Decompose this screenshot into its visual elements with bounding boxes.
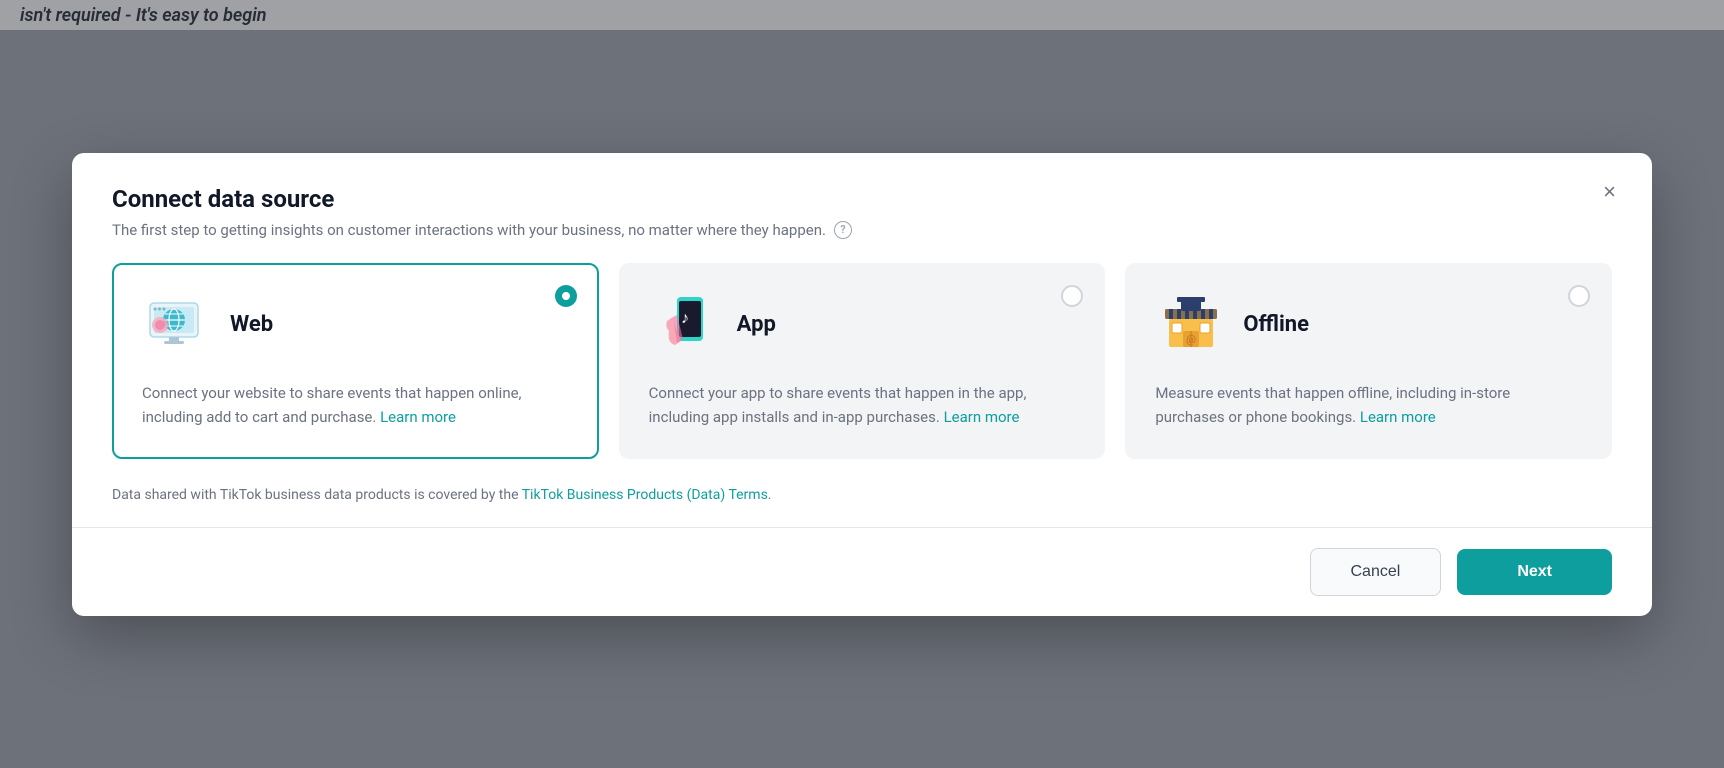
svg-text:♪: ♪ (681, 308, 689, 327)
connect-data-source-modal: × Connect data source The first step to … (72, 153, 1652, 616)
web-option-card[interactable]: Web Connect your website to share events… (112, 263, 599, 459)
web-radio-selected (555, 285, 577, 307)
app-icon: ♪ (649, 289, 721, 361)
web-card-title: Web (230, 312, 273, 337)
modal-footer: Cancel Next (72, 527, 1652, 616)
app-card-desc: Connect your app to share events that ha… (649, 381, 1076, 429)
offline-radio-unselected (1568, 285, 1590, 307)
offline-learn-more-link[interactable]: Learn more (1360, 408, 1436, 426)
web-card-desc: Connect your website to share events tha… (142, 381, 569, 429)
app-card-title: App (737, 312, 776, 337)
offline-icon: @ (1155, 289, 1227, 361)
web-learn-more-link[interactable]: Learn more (380, 408, 456, 426)
terms-link[interactable]: TikTok Business Products (Data) Terms (522, 487, 768, 503)
close-button[interactable]: × (1599, 177, 1620, 207)
subtitle-text: The first step to getting insights on cu… (112, 221, 826, 239)
app-learn-more-link[interactable]: Learn more (944, 408, 1020, 426)
modal-title: Connect data source (112, 185, 1612, 213)
offline-option-card[interactable]: @ (1125, 263, 1612, 459)
cancel-button[interactable]: Cancel (1310, 548, 1442, 596)
modal-header: Connect data source The first step to ge… (72, 153, 1652, 263)
app-card-icon-row: ♪ App (649, 289, 1076, 361)
next-button[interactable]: Next (1457, 549, 1612, 595)
modal-overlay: × Connect data source The first step to … (0, 0, 1724, 768)
terms-bar: Data shared with TikTok business data pr… (72, 487, 1652, 527)
web-icon (142, 289, 214, 361)
app-option-card[interactable]: ♪ App Connect your app to share events t… (619, 263, 1106, 459)
terms-prefix: Data shared with TikTok business data pr… (112, 487, 522, 503)
offline-card-title: Offline (1243, 312, 1309, 337)
help-icon[interactable]: ? (834, 221, 852, 239)
options-grid: Web Connect your website to share events… (72, 263, 1652, 487)
terms-suffix: . (768, 487, 772, 503)
screen-background: isn't required - It's easy to begin × Co… (0, 0, 1724, 768)
modal-subtitle: The first step to getting insights on cu… (112, 221, 1612, 239)
app-radio-unselected (1061, 285, 1083, 307)
offline-card-desc: Measure events that happen offline, incl… (1155, 381, 1582, 429)
web-card-icon-row: Web (142, 289, 569, 361)
offline-card-icon-row: @ (1155, 289, 1582, 361)
